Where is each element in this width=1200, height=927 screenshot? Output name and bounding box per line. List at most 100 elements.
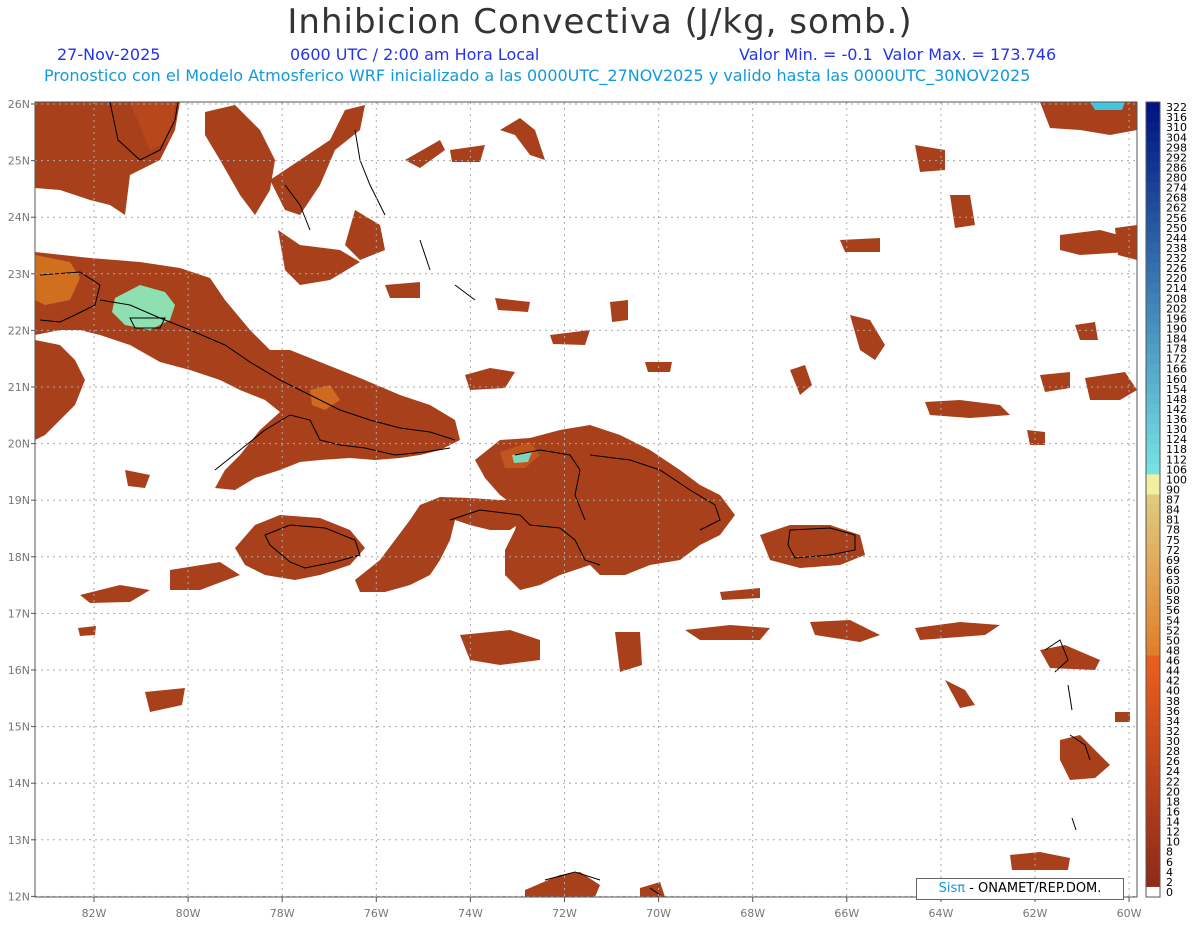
lat-tick-label: 19N <box>8 494 30 507</box>
colorbar: 3223163103042982922862802742682622562502… <box>1145 101 1187 899</box>
colorbar-swatch <box>1146 826 1160 838</box>
colorbar-swatch <box>1146 645 1160 656</box>
field-carib-11 <box>1010 852 1070 870</box>
colorbar-swatch <box>1146 635 1160 646</box>
field-carib-19 <box>125 470 150 488</box>
field-south-west-2 <box>80 585 150 603</box>
colorbar-swatch <box>1146 504 1160 516</box>
field-east-1 <box>915 145 945 172</box>
field-south-west <box>170 562 240 590</box>
colorbar-swatch <box>1146 434 1160 445</box>
colorbar-swatch <box>1146 776 1160 787</box>
lon-tick-label: 70W <box>646 907 671 920</box>
colorbar-swatch <box>1146 615 1160 626</box>
field-east-6 <box>850 315 885 360</box>
colorbar-swatch <box>1146 152 1160 163</box>
field-carib-2 <box>615 632 642 672</box>
field-carib-8 <box>945 680 975 708</box>
field-east-2 <box>950 195 975 228</box>
colorbar-swatch <box>1146 715 1160 727</box>
colorbar-swatch <box>1146 595 1160 606</box>
field-east-12 <box>1027 430 1045 445</box>
colorbar-swatch <box>1146 403 1160 415</box>
colorbar-swatch <box>1146 424 1160 435</box>
colorbar-swatch <box>1146 675 1160 687</box>
field-carib-3 <box>685 625 770 640</box>
colorbar-swatch <box>1146 866 1160 878</box>
colorbar-swatch <box>1146 534 1160 546</box>
colorbar-swatch <box>1146 816 1160 828</box>
field-carib-14 <box>1115 712 1130 722</box>
field-jamaica <box>235 515 365 580</box>
credit-box: Sisπ - ONAMET/REP.DOM. <box>916 878 1124 900</box>
lat-tick-label: 24N <box>8 211 30 224</box>
field-carib-9 <box>1060 735 1110 780</box>
colorbar-swatch <box>1146 836 1160 848</box>
field-carib-1 <box>460 630 540 665</box>
colorbar-swatch <box>1146 695 1160 707</box>
lat-tick-label: 25N <box>8 155 30 168</box>
colorbar-swatch <box>1146 876 1160 888</box>
field-carib-17 <box>465 368 515 390</box>
lon-tick-label: 74W <box>458 907 483 920</box>
colorbar-swatch <box>1146 222 1160 234</box>
field-east-9 <box>1040 372 1070 392</box>
colorbar-swatch <box>1146 313 1160 324</box>
credit-brand: Sisπ <box>938 881 966 896</box>
colorbar-swatch <box>1146 464 1160 475</box>
colorbar-swatch <box>1146 856 1160 868</box>
colorbar-swatch <box>1146 393 1160 405</box>
lon-tick-label: 66W <box>834 907 859 920</box>
field-east-3 <box>840 238 880 252</box>
colorbar-swatch <box>1146 293 1160 304</box>
lon-tick-label: 68W <box>740 907 765 920</box>
colorbar-swatch <box>1146 363 1160 375</box>
colorbar-swatch <box>1146 444 1160 455</box>
lon-tick-label: 64W <box>928 907 953 920</box>
field-east-11 <box>1075 322 1098 340</box>
lat-tick-label: 12N <box>8 890 30 903</box>
lat-tick-label: 22N <box>8 324 30 337</box>
field-carib-7 <box>78 626 96 636</box>
colorbar-swatch <box>1146 122 1160 133</box>
lat-tick-label: 21N <box>8 381 30 394</box>
lon-tick-label: 76W <box>364 907 389 920</box>
colorbar-swatch <box>1146 212 1160 224</box>
colorbar-swatch <box>1146 564 1160 576</box>
field-carib-18 <box>610 300 628 322</box>
lat-tick-label: 17N <box>8 607 30 620</box>
field-andros-north <box>205 105 275 215</box>
lon-tick-label: 80W <box>176 907 201 920</box>
field-puerto-rico <box>760 525 865 568</box>
colorbar-swatch <box>1146 756 1160 767</box>
colorbar-swatch <box>1146 605 1160 616</box>
lon-tick-label: 62W <box>1023 907 1048 920</box>
field-east-7 <box>790 365 812 395</box>
field-exuma-1 <box>405 140 445 168</box>
field-east-13 <box>1115 225 1137 260</box>
colorbar-swatch <box>1146 303 1160 314</box>
colorbar-swatch <box>1146 725 1160 737</box>
colorbar-swatch <box>1146 625 1160 636</box>
colorbar-swatch <box>1146 685 1160 697</box>
colorbar-swatch <box>1146 574 1160 586</box>
lat-tick-label: 13N <box>8 834 30 847</box>
colorbar-swatch <box>1146 494 1160 506</box>
colorbar-swatch <box>1146 343 1160 355</box>
field-east-8 <box>925 400 1010 418</box>
lat-tick-label: 16N <box>8 664 30 677</box>
colorbar-swatch <box>1146 705 1160 717</box>
field-bahamas-east <box>270 105 365 215</box>
colorbar-swatch <box>1146 182 1160 194</box>
lon-tick-label: 60W <box>1117 907 1142 920</box>
field-layer <box>35 102 1137 897</box>
colorbar-swatch <box>1146 353 1160 365</box>
colorbar-swatch <box>1146 323 1160 334</box>
lat-ticks: 26N 25N 24N 23N 22N 21N 20N 19N 18N 17N 16N 15N 14N 1… <box>8 98 35 903</box>
colorbar-swatch <box>1146 886 1160 898</box>
colorbar-swatch <box>1146 283 1160 294</box>
colorbar-swatch <box>1146 655 1160 667</box>
colorbar-swatch <box>1146 273 1160 284</box>
lon-ticks: 82W 80W 78W 76W 74W 72W 70W 68W 66W 64W 62W 60W <box>82 897 1142 920</box>
colorbar-swatch <box>1146 514 1160 526</box>
